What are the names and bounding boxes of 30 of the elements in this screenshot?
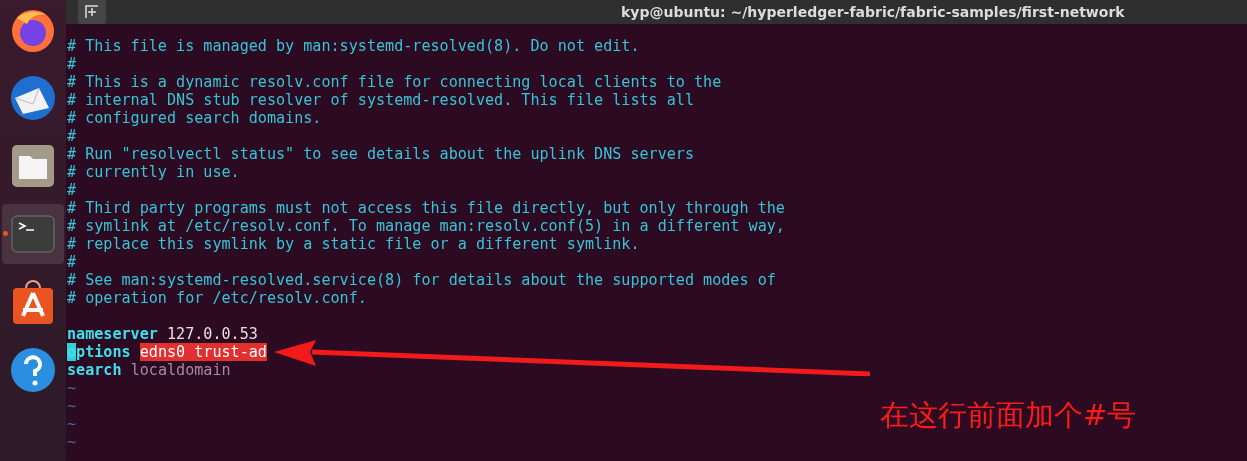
empty-line-marker: ~ xyxy=(67,433,77,451)
comment-line: # Run "resolvectl status" to see details about the uplink DNS servers xyxy=(67,145,695,163)
comment-line: # operation for /etc/resolv.conf. xyxy=(67,289,367,307)
empty-line-marker: ~ xyxy=(67,397,77,415)
comment-line: # currently in use. xyxy=(67,163,240,181)
empty-line-marker: ~ xyxy=(67,415,77,433)
plus-icon xyxy=(84,4,100,20)
comment-line: # replace this symlink by a static file or a different symlink. xyxy=(67,235,640,253)
config-value: localdomain xyxy=(130,361,231,379)
comment-line: # internal DNS stub resolver of systemd-resolved. This file lists all xyxy=(67,91,695,109)
comment-line: # xyxy=(67,181,77,199)
annotation-text: 在这行前面加个#号 xyxy=(880,397,1137,434)
comment-line: # See man:systemd-resolved.service(8) for details about the supported modes of xyxy=(67,271,776,289)
comment-line: # Third party programs must not access this file directly, but only through the xyxy=(67,199,785,217)
comment-line: # symlink at /etc/resolv.conf. To manage man:resolv.conf(5) in a different way, xyxy=(67,217,785,235)
comment-line: # xyxy=(67,55,77,73)
config-value: 127.0.0.53 xyxy=(166,325,258,343)
folder-icon xyxy=(9,142,57,190)
comment-line: # xyxy=(67,127,77,145)
empty-line-marker: ~ xyxy=(67,379,77,397)
comment-line: # This is a dynamic resolv.conf file for connecting local clients to the xyxy=(67,73,722,91)
comment-line: # This file is managed by man:systemd-resolved(8). Do not edit. xyxy=(67,37,640,55)
config-value: edns0 trust-ad xyxy=(139,343,267,361)
config-keyword: nameserver xyxy=(67,325,158,343)
window-title: kyp@ubuntu: ~/hyperledger-fabric/fabric-samples/first-network xyxy=(621,4,1125,20)
comment-line: # xyxy=(67,253,77,271)
new-tab-button[interactable] xyxy=(78,0,106,24)
comment-line: # configured search domains. xyxy=(67,109,322,127)
help-icon xyxy=(9,346,57,394)
config-keyword: search xyxy=(67,361,122,379)
